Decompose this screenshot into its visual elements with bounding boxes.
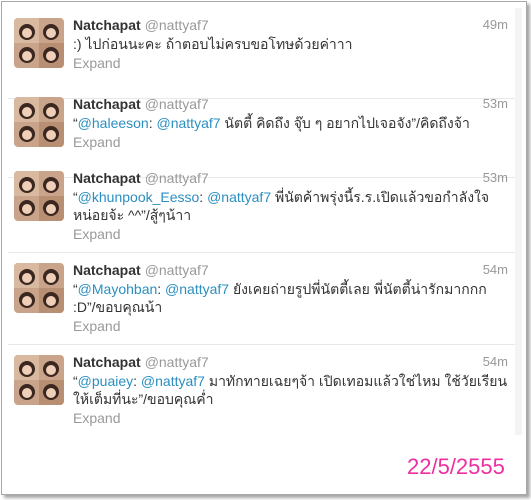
author-handle[interactable]: @nattyaf7 xyxy=(145,354,209,370)
avatar[interactable] xyxy=(14,18,64,68)
tweet-item[interactable]: Natchapat @nattyaf7 49m :) ไปก่อนนะคะ ถ้า… xyxy=(8,8,515,99)
author-handle[interactable]: @nattyaf7 xyxy=(145,96,209,112)
author-name[interactable]: Natchapat xyxy=(73,262,141,278)
author-handle[interactable]: @nattyaf7 xyxy=(145,170,209,186)
expand-link[interactable]: Expand xyxy=(73,225,508,243)
tweet-text: “@haleeson: @nattyaf7 นัตตี้ คิดถึง จุ๊บ… xyxy=(73,115,470,131)
tweet-item[interactable]: Natchapat @nattyaf7 54m “@Mayohban: @natt… xyxy=(8,253,515,345)
mention-link[interactable]: @Mayohban xyxy=(78,281,158,297)
author-name[interactable]: Natchapat xyxy=(73,170,141,186)
tweet-item[interactable]: Natchapat @nattyaf7 53m “@khunpook_Eesso:… xyxy=(8,161,515,253)
tweet-text: :) ไปก่อนนะคะ ถ้าตอบไม่ครบขอโทษด้วยค่าาา xyxy=(73,35,508,53)
expand-link[interactable]: Expand xyxy=(73,317,508,335)
mention-link[interactable]: @nattyaf7 xyxy=(157,115,221,131)
tweet-item[interactable]: Natchapat @nattyaf7 54m “@puaiey: @nattya… xyxy=(8,345,515,435)
tweet-text-body: มาทักทายเฉยๆจ้า เปิดเทอมแล้วใช่ไหม ใช้วั… xyxy=(73,373,508,407)
author-name[interactable]: Natchapat xyxy=(73,17,141,33)
scrollbar[interactable] xyxy=(515,8,522,435)
author-handle[interactable]: @nattyaf7 xyxy=(145,17,209,33)
mention-link[interactable]: @nattyaf7 xyxy=(141,373,205,389)
author-name[interactable]: Natchapat xyxy=(73,96,141,112)
avatar[interactable] xyxy=(14,97,64,147)
expand-link[interactable]: Expand xyxy=(73,133,508,151)
screenshot-frame: Natchapat @nattyaf7 49m :) ไปก่อนนะคะ ถ้า… xyxy=(1,1,527,495)
tweet-time[interactable]: 54m xyxy=(483,353,508,371)
mention-link[interactable]: @nattyaf7 xyxy=(207,189,271,205)
tweet-time[interactable]: 53m xyxy=(483,169,508,187)
date-stamp: 22/5/2555 xyxy=(407,454,505,479)
mention-link[interactable]: @haleeson xyxy=(78,115,149,131)
author-handle[interactable]: @nattyaf7 xyxy=(145,262,209,278)
author-name[interactable]: Natchapat xyxy=(73,354,141,370)
avatar[interactable] xyxy=(14,263,64,313)
expand-link[interactable]: Expand xyxy=(73,409,508,427)
mention-link[interactable]: @puaiey xyxy=(78,373,133,389)
tweet-text-body: นัตตี้ คิดถึง จุ๊บ ๆ อยากไปเจอจัง”/คิดถึ… xyxy=(220,115,470,131)
mention-link[interactable]: @khunpook_Eesso xyxy=(78,189,200,205)
tweet-text: “@khunpook_Eesso: @nattyaf7 พี่นัตค้าพรุ… xyxy=(73,189,490,223)
tweet-time[interactable]: 49m xyxy=(483,16,508,34)
avatar[interactable] xyxy=(14,355,64,405)
tweet-time[interactable]: 54m xyxy=(483,261,508,279)
avatar[interactable] xyxy=(14,171,64,221)
expand-link[interactable]: Expand xyxy=(73,54,508,72)
tweet-text: “@puaiey: @nattyaf7 มาทักทายเฉยๆจ้า เปิด… xyxy=(73,373,508,407)
mention-link[interactable]: @nattyaf7 xyxy=(165,281,229,297)
tweet-timeline: Natchapat @nattyaf7 49m :) ไปก่อนนะคะ ถ้า… xyxy=(8,8,516,435)
tweet-text-body: :) ไปก่อนนะคะ ถ้าตอบไม่ครบขอโทษด้วยค่าาา xyxy=(73,36,353,52)
tweet-time[interactable]: 53m xyxy=(483,95,508,113)
tweet-text: “@Mayohban: @nattyaf7 ยังเคยถ่ายรูปพี่นั… xyxy=(73,281,487,315)
